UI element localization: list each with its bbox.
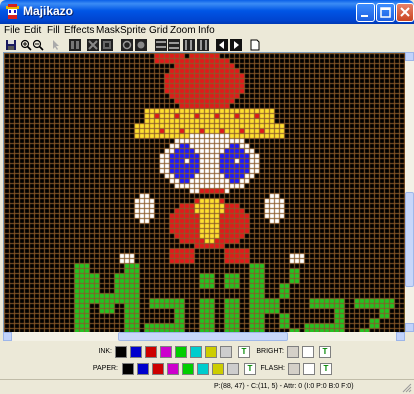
invert-icon[interactable] (101, 39, 113, 51)
menu-edit[interactable]: Edit (24, 24, 41, 38)
zoom-out-icon[interactable] (32, 39, 44, 51)
ink-color-6[interactable] (205, 346, 217, 358)
ink-color-5[interactable] (190, 346, 202, 358)
flash-transparent[interactable]: T (320, 363, 332, 375)
minimize-button[interactable] (356, 3, 375, 22)
shift-left-icon[interactable] (183, 39, 195, 51)
ink-color-7[interactable] (220, 346, 232, 358)
bright-transparent[interactable]: T (319, 346, 331, 358)
paper-color-5[interactable] (197, 363, 209, 375)
ink-color-0[interactable] (115, 346, 127, 358)
rotate-right-icon[interactable] (135, 39, 147, 51)
scroll-right-arrow[interactable] (396, 332, 405, 341)
menu-mask[interactable]: Mask (96, 24, 120, 38)
save-icon[interactable] (5, 39, 17, 51)
shift-right-icon[interactable] (197, 39, 209, 51)
previous-frame-icon[interactable] (216, 39, 228, 51)
shift-up-icon[interactable] (155, 39, 167, 51)
pointer-icon[interactable] (50, 39, 62, 51)
menu-fill[interactable]: Fill (47, 24, 60, 38)
paper-color-6[interactable] (212, 363, 224, 375)
scrollbar-corner (405, 332, 414, 341)
ink-transparent[interactable]: T (238, 346, 250, 358)
close-button[interactable] (396, 3, 414, 22)
bright-label: BRIGHT: (256, 348, 284, 355)
maximize-icon (380, 7, 391, 18)
paper-color-0[interactable] (122, 363, 134, 375)
paper-color-4[interactable] (182, 363, 194, 375)
menu-grid[interactable]: Grid (149, 24, 168, 38)
flash-label: FLASH: (260, 365, 285, 372)
paper-color-7[interactable] (227, 363, 239, 375)
paper-color-2[interactable] (152, 363, 164, 375)
ink-color-3[interactable] (160, 346, 172, 358)
sprite-artwork[interactable] (4, 53, 406, 333)
status-bar: P:(88, 47) - C:(11, 5) - Attr: 0 (I:0 P:… (0, 379, 414, 394)
ink-label: INK: (98, 348, 112, 355)
scroll-down-arrow[interactable] (405, 323, 414, 332)
vertical-scrollbar[interactable] (405, 52, 414, 332)
bright-off[interactable] (287, 346, 299, 358)
flash-off[interactable] (288, 363, 300, 375)
maximize-button[interactable] (376, 3, 395, 22)
menu-info[interactable]: Info (198, 24, 215, 38)
ink-row: INK: T BRIGHT: T (0, 346, 414, 360)
paper-color-1[interactable] (137, 363, 149, 375)
minimize-icon (361, 15, 368, 17)
zoom-in-icon[interactable] (20, 39, 32, 51)
title-bar[interactable]: Majikazo (0, 0, 414, 24)
mirror-vertical-icon[interactable] (87, 39, 99, 51)
scroll-up-arrow[interactable] (405, 52, 414, 61)
rotate-left-icon[interactable] (121, 39, 133, 51)
menu-effects[interactable]: Effects (64, 24, 94, 38)
status-text: P:(88, 47) - C:(11, 5) - Attr: 0 (I:0 P:… (214, 383, 354, 390)
resize-grip-icon[interactable] (402, 383, 412, 393)
paper-color-3[interactable] (167, 363, 179, 375)
paper-label: PAPER: (92, 365, 118, 372)
menu-zoom[interactable]: Zoom (170, 24, 196, 38)
close-icon (400, 7, 410, 17)
pixel-canvas[interactable] (3, 52, 407, 334)
app-window: Majikazo File Edit Fill Effects Mask Spr… (0, 0, 414, 393)
app-icon (6, 4, 19, 19)
bright-on[interactable] (302, 346, 314, 358)
paper-row: PAPER: T FLASH: T (0, 363, 414, 377)
ink-color-2[interactable] (145, 346, 157, 358)
shift-down-icon[interactable] (168, 39, 180, 51)
flash-on[interactable] (303, 363, 315, 375)
ink-color-1[interactable] (130, 346, 142, 358)
scroll-left-arrow[interactable] (3, 332, 12, 341)
ink-color-4[interactable] (175, 346, 187, 358)
menu-sprite[interactable]: Sprite (120, 24, 146, 38)
vertical-scroll-thumb[interactable] (405, 192, 414, 287)
window-title: Majikazo (23, 4, 74, 18)
menu-file[interactable]: File (4, 24, 20, 38)
horizontal-scroll-thumb[interactable] (118, 332, 288, 341)
new-page-icon[interactable] (249, 39, 261, 51)
mirror-horizontal-icon[interactable] (69, 39, 81, 51)
next-frame-icon[interactable] (230, 39, 242, 51)
menu-bar: File Edit Fill Effects Mask Sprite Grid … (0, 24, 414, 38)
toolbar (0, 38, 414, 53)
horizontal-scrollbar[interactable] (3, 332, 405, 341)
